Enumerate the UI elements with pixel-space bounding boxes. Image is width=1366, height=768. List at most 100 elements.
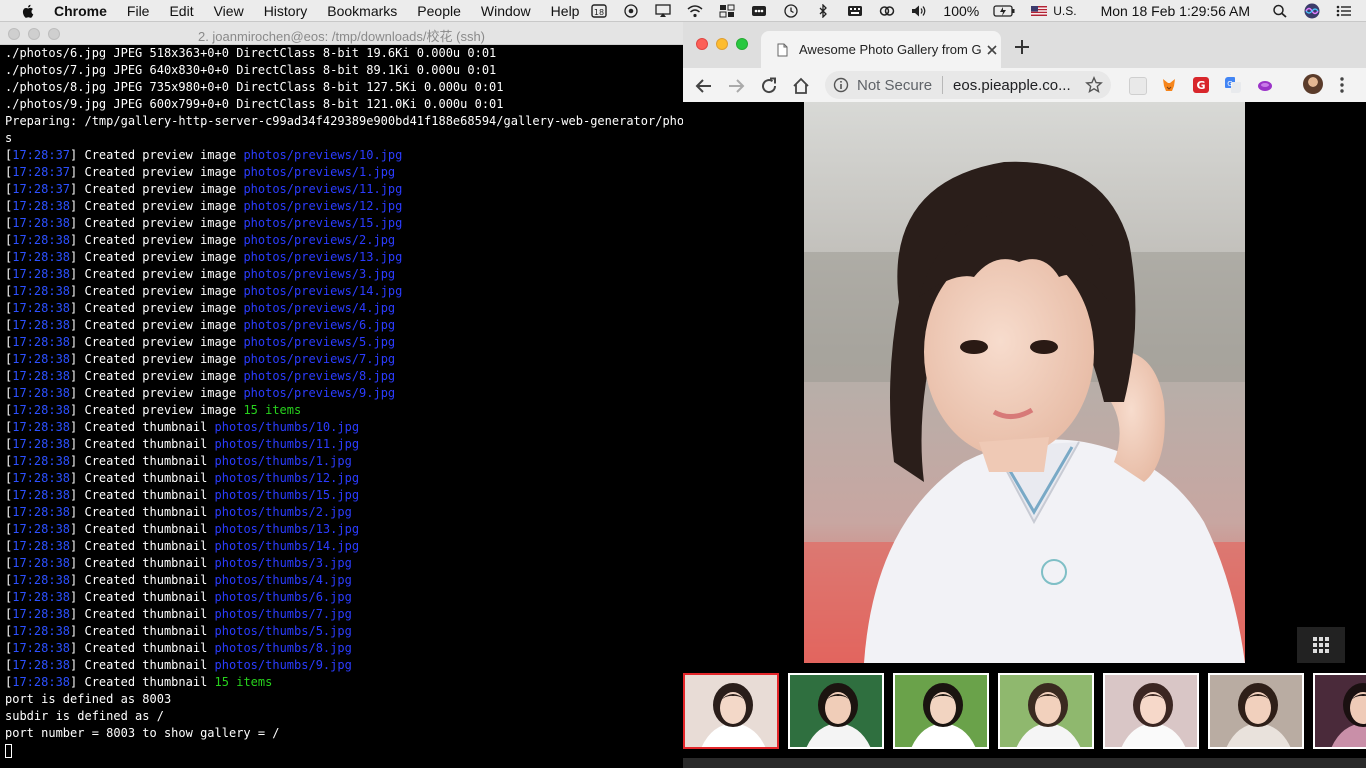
log-file-path: photos/thumbs/2.jpg <box>214 505 352 519</box>
terminal-header-line: ./photos/6.jpg JPEG 518x363+0+0 DirectCl… <box>5 45 683 62</box>
new-tab-icon[interactable] <box>1013 38 1031 56</box>
log-timestamp: 17:28:38 <box>12 471 71 485</box>
notification-center-icon[interactable] <box>1336 4 1352 18</box>
chrome-sync-icon[interactable] <box>623 4 639 18</box>
keyboard-icon[interactable] <box>847 4 863 18</box>
menu-people[interactable]: People <box>417 3 461 19</box>
extension-blank-icon[interactable] <box>1129 77 1147 95</box>
security-label[interactable]: Not Secure <box>857 77 932 94</box>
log-file-path: photos/previews/10.jpg <box>243 148 403 162</box>
log-message: Created preview image <box>84 284 237 298</box>
battery-icon[interactable] <box>993 4 1015 18</box>
chrome-zoom-button[interactable] <box>736 38 748 50</box>
input-source-label[interactable]: U.S. <box>1053 4 1076 18</box>
siri-icon[interactable] <box>1304 3 1320 19</box>
chrome-close-button[interactable] <box>696 38 708 50</box>
tab-gallery[interactable]: Awesome Photo Gallery from G <box>761 31 1001 68</box>
window-icon[interactable] <box>719 4 735 18</box>
google-translate-icon[interactable]: G <box>1225 77 1241 93</box>
thumbnail-image <box>1105 675 1197 747</box>
terminal-header-line: Preparing: /tmp/gallery-http-server-c99a… <box>5 113 699 130</box>
thumbnail-7[interactable] <box>1313 673 1366 749</box>
airplay-icon[interactable] <box>655 4 672 18</box>
extension-purple-icon[interactable] <box>1257 77 1273 93</box>
metamask-fox-icon[interactable] <box>1161 77 1177 93</box>
menu-edit[interactable]: Edit <box>169 3 193 19</box>
menu-file[interactable]: File <box>127 3 150 19</box>
extension-red-g-icon[interactable]: G <box>1193 77 1209 93</box>
chrome-menu-icon[interactable] <box>1339 76 1345 94</box>
menu-help[interactable]: Help <box>551 3 580 19</box>
chrome-window[interactable]: Awesome Photo Gallery from G Not Secure … <box>683 22 1366 768</box>
log-file-path: photos/previews/8.jpg <box>243 369 396 383</box>
terminal-log-line: [17:28:38] Created thumbnail photos/thum… <box>5 437 360 451</box>
time-machine-icon[interactable] <box>783 4 799 18</box>
omnibox-divider <box>942 76 944 94</box>
tab-close-icon[interactable] <box>985 43 999 57</box>
calendar-icon[interactable]: 18 <box>591 4 608 18</box>
terminal-titlebar[interactable]: 2. joanmirochen@eos: /tmp/downloads/校花 (… <box>0 22 683 45</box>
thumbnail-strip[interactable] <box>683 673 1366 753</box>
wifi-icon[interactable] <box>687 4 703 18</box>
menu-app-name[interactable]: Chrome <box>54 3 107 19</box>
address-bar[interactable]: Not Secure eos.pieapple.co... <box>825 71 1111 99</box>
terminal-log-line: [17:28:38] Created preview image photos/… <box>5 352 396 366</box>
chrome-minimize-button[interactable] <box>716 38 728 50</box>
terminal-line-text: ./photos/6.jpg JPEG 518x363+0+0 DirectCl… <box>5 46 497 60</box>
volume-icon[interactable] <box>911 4 927 18</box>
main-photo[interactable] <box>804 102 1245 663</box>
log-message: Created thumbnail <box>84 624 208 638</box>
log-timestamp: 17:28:38 <box>12 403 71 417</box>
terminal-log-line: [17:28:38] Created preview image photos/… <box>5 233 396 247</box>
thumbnail-4[interactable] <box>998 673 1094 749</box>
menu-history[interactable]: History <box>264 3 308 19</box>
log-timestamp: 17:28:38 <box>12 675 71 689</box>
spotlight-icon[interactable] <box>1272 4 1288 18</box>
thumbnail-1[interactable] <box>683 673 779 749</box>
clock[interactable]: Mon 18 Feb 1:29:56 AM <box>1101 3 1250 19</box>
back-arrow-icon[interactable] <box>695 77 713 95</box>
log-message: Created preview image <box>84 148 237 162</box>
bookmark-star-icon[interactable] <box>1085 76 1103 94</box>
reload-icon[interactable] <box>760 77 778 95</box>
menu-view[interactable]: View <box>214 3 244 19</box>
log-file-path: photos/previews/6.jpg <box>243 318 396 332</box>
log-file-path: photos/thumbs/1.jpg <box>214 454 352 468</box>
bluetooth-icon[interactable] <box>815 4 831 18</box>
log-file-path: photos/thumbs/11.jpg <box>214 437 360 451</box>
log-timestamp: 17:28:38 <box>12 335 71 349</box>
creative-cloud-icon[interactable] <box>879 4 895 18</box>
thumbnail-2[interactable] <box>788 673 884 749</box>
terminal-log-line: [17:28:38] Created thumbnail photos/thum… <box>5 522 360 536</box>
grid-view-button[interactable] <box>1297 627 1345 663</box>
log-message: Created thumbnail <box>84 658 208 672</box>
thumbnail-3[interactable] <box>893 673 989 749</box>
info-icon[interactable] <box>833 77 849 93</box>
log-file-path: photos/thumbs/13.jpg <box>214 522 360 536</box>
url-text[interactable]: eos.pieapple.co... <box>953 77 1071 94</box>
thumbnail-image <box>895 675 987 747</box>
thumbnail-6[interactable] <box>1208 673 1304 749</box>
thumbnail-image <box>1315 675 1366 747</box>
thumbnail-image <box>790 675 882 747</box>
terminal-log-line: [17:28:38] Created preview image photos/… <box>5 284 403 298</box>
terminal-line-text: subdir is defined as / <box>5 709 164 723</box>
profile-avatar[interactable] <box>1303 74 1323 94</box>
forward-arrow-icon[interactable] <box>727 77 745 95</box>
terminal-output[interactable]: ./photos/6.jpg JPEG 518x363+0+0 DirectCl… <box>0 45 699 759</box>
log-message: Created preview image <box>84 250 237 264</box>
home-icon[interactable] <box>792 77 810 95</box>
lastpass-icon[interactable] <box>751 4 767 18</box>
log-message: Created thumbnail <box>84 539 208 553</box>
log-timestamp: 17:28:38 <box>12 488 71 502</box>
log-timestamp: 17:28:38 <box>12 641 71 655</box>
log-file-path: photos/thumbs/8.jpg <box>214 641 352 655</box>
terminal-window[interactable]: 2. joanmirochen@eos: /tmp/downloads/校花 (… <box>0 22 699 768</box>
thumbnail-5[interactable] <box>1103 673 1199 749</box>
menu-bookmarks[interactable]: Bookmarks <box>327 3 397 19</box>
apple-icon[interactable] <box>20 3 36 19</box>
terminal-log-line: [17:28:38] Created thumbnail photos/thum… <box>5 573 352 587</box>
log-message: Created preview image <box>84 216 237 230</box>
menu-window[interactable]: Window <box>481 3 531 19</box>
photo-gallery <box>683 102 1366 768</box>
